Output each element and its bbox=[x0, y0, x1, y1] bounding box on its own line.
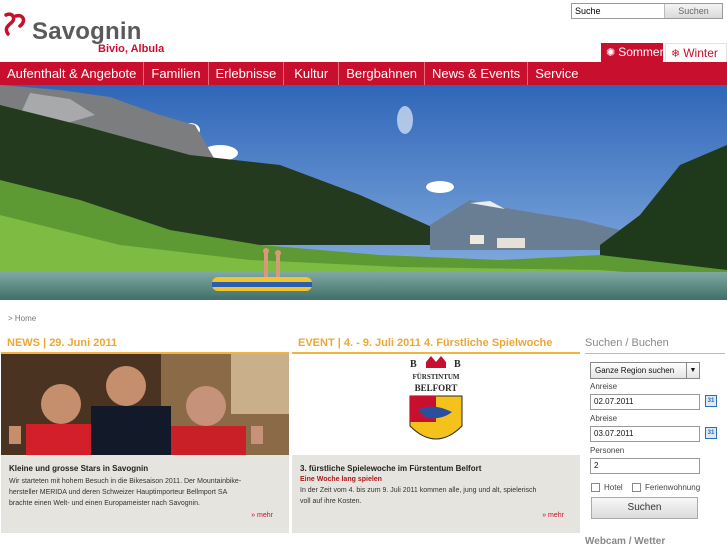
arrival-field[interactable]: 02.07.2011 bbox=[590, 394, 700, 410]
apartment-checkbox-box[interactable] bbox=[632, 482, 641, 492]
tab-winter-label: Winter bbox=[683, 46, 718, 60]
news-photo[interactable] bbox=[1, 354, 289, 455]
persons-field[interactable]: 2 bbox=[590, 458, 700, 474]
nav-item-erlebnisse[interactable]: Erlebnisse bbox=[209, 62, 285, 85]
nav-item-news-events[interactable]: News & Events bbox=[425, 62, 529, 85]
hotel-checkbox-label: Hotel bbox=[604, 482, 623, 492]
hero-image bbox=[0, 85, 727, 300]
news-more-link[interactable]: » mehr bbox=[251, 512, 273, 519]
event-subtitle: Eine Woche lang spielen bbox=[300, 476, 382, 483]
mountain-lake-photo bbox=[0, 85, 727, 300]
region-select[interactable]: Ganze Region suchen ▼ bbox=[590, 362, 700, 379]
sun-icon: ✺ bbox=[606, 47, 616, 59]
webcam-title[interactable]: Webcam / Wetter bbox=[585, 536, 665, 545]
savognin-logo-icon bbox=[4, 12, 26, 36]
apartment-checkbox[interactable]: Ferienwohnung bbox=[632, 482, 700, 492]
calendar-icon[interactable]: 31 bbox=[705, 395, 717, 407]
news-body: Kleine und grosse Stars in Savognin Wir … bbox=[1, 455, 289, 533]
event-title[interactable]: 3. fürstliche Spielewoche im Fürstentum … bbox=[300, 464, 572, 473]
main-navigation: Aufenthalt & Angebote Familien Erlebniss… bbox=[0, 62, 727, 85]
tab-sommer[interactable]: ✺ Sommer bbox=[601, 43, 664, 62]
event-body: 3. fürstliche Spielewoche im Fürstentum … bbox=[292, 455, 580, 533]
event-text: In der Zeit vom 4. bis zum 9. Juli 2011 … bbox=[300, 487, 537, 505]
booking-search-button[interactable]: Suchen bbox=[591, 497, 698, 519]
crest-line-1: FÜRSTINTUM bbox=[412, 373, 459, 381]
brand-logo[interactable]: Savognin Bivio, Albula bbox=[2, 10, 165, 58]
news-text: Wir starteten mit hohem Besuch in die Bi… bbox=[9, 478, 242, 507]
departure-field[interactable]: 03.07.2011 bbox=[590, 426, 700, 442]
arrival-label: Anreise bbox=[590, 382, 618, 391]
svg-text:B: B bbox=[410, 359, 417, 370]
event-header[interactable]: EVENT | 4. - 9. Juli 2011 4. Fürstliche … bbox=[292, 335, 580, 354]
breadcrumb[interactable]: > Home bbox=[8, 314, 36, 323]
nav-item-service[interactable]: Service bbox=[528, 62, 585, 85]
nav-item-bergbahnen[interactable]: Bergbahnen bbox=[339, 62, 426, 85]
site-search: Suchen bbox=[571, 3, 723, 19]
event-logo-area[interactable]: B B FÜRSTINTUM BELFORT bbox=[292, 354, 580, 455]
news-header[interactable]: NEWS | 29. Juni 2011 bbox=[1, 335, 289, 354]
search-input[interactable] bbox=[572, 4, 664, 18]
nav-item-aufenthalt[interactable]: Aufenthalt & Angebote bbox=[0, 62, 145, 85]
brand-subtitle: Bivio, Albula bbox=[98, 43, 165, 55]
news-teaser: NEWS | 29. Juni 2011 Kleine und grosse S… bbox=[1, 335, 289, 533]
nav-item-familien[interactable]: Familien bbox=[144, 62, 209, 85]
calendar-icon[interactable]: 31 bbox=[705, 427, 717, 439]
region-select-value: Ganze Region suchen bbox=[595, 366, 675, 375]
crest-line-2: BELFORT bbox=[415, 383, 458, 393]
tab-winter[interactable]: ❄ Winter bbox=[665, 43, 727, 62]
event-teaser: EVENT | 4. - 9. Juli 2011 4. Fürstliche … bbox=[292, 335, 580, 533]
nav-item-kultur[interactable]: Kultur bbox=[284, 62, 340, 85]
snowflake-icon: ❄ bbox=[671, 48, 681, 60]
persons-label: Personen bbox=[590, 446, 625, 455]
search-button[interactable]: Suchen bbox=[664, 4, 722, 18]
riders-photo bbox=[1, 354, 289, 455]
booking-title: Suchen / Buchen bbox=[585, 337, 725, 354]
hotel-checkbox[interactable]: Hotel bbox=[591, 482, 623, 492]
departure-label: Abreise bbox=[590, 414, 618, 423]
brand-name: Savognin bbox=[32, 18, 142, 45]
news-title[interactable]: Kleine und grosse Stars in Savognin bbox=[9, 464, 281, 473]
svg-text:B: B bbox=[454, 359, 461, 370]
event-more-link[interactable]: » mehr bbox=[542, 512, 564, 519]
apartment-checkbox-label: Ferienwohnung bbox=[645, 482, 701, 492]
chevron-down-icon[interactable]: ▼ bbox=[686, 363, 699, 378]
belfort-crest-icon: B B FÜRSTINTUM BELFORT bbox=[292, 354, 580, 455]
hotel-checkbox-box[interactable] bbox=[591, 482, 600, 492]
tab-sommer-label: Sommer bbox=[618, 45, 664, 59]
